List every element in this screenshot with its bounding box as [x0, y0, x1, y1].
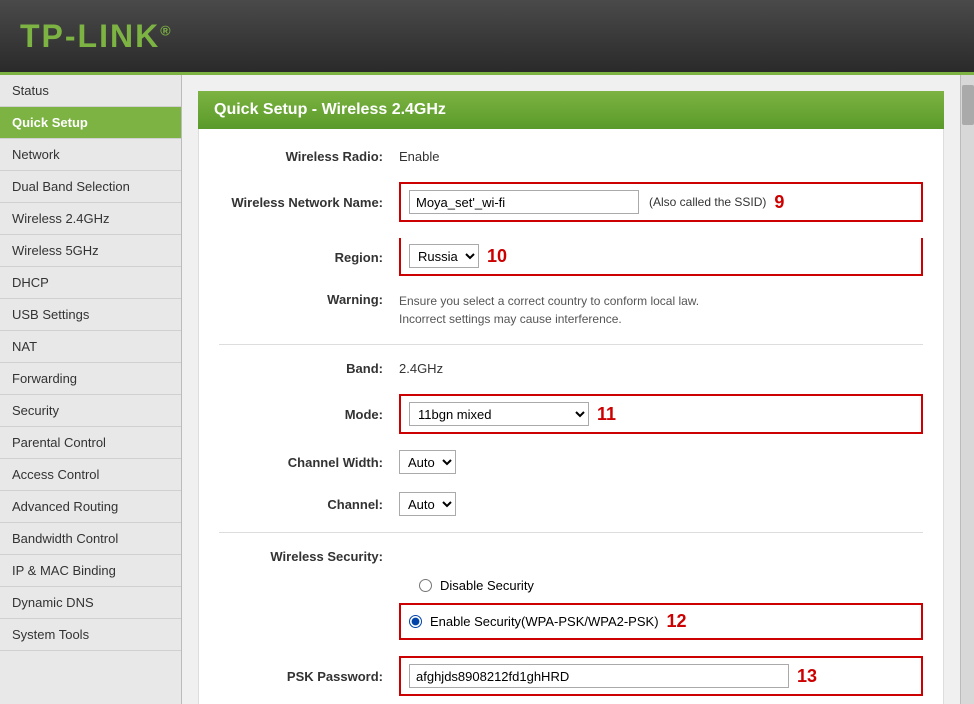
sidebar-item-forwarding[interactable]: Forwarding — [0, 363, 181, 395]
annotation-9: 9 — [774, 192, 784, 213]
divider-2 — [219, 532, 923, 533]
psk-password-input[interactable] — [409, 664, 789, 688]
warning-text: Ensure you select a correct country to c… — [399, 292, 699, 328]
warning-label: Warning: — [219, 292, 399, 307]
page-header: Quick Setup - Wireless 2.4GHz — [198, 91, 944, 129]
annotation-11: 11 — [597, 404, 616, 425]
wireless-security-row: Wireless Security: — [219, 545, 923, 568]
sidebar-item-nat[interactable]: NAT — [0, 331, 181, 363]
divider-1 — [219, 344, 923, 345]
sidebar-item-dhcp[interactable]: DHCP — [0, 267, 181, 299]
mode-label: Mode: — [345, 407, 383, 422]
channel-select[interactable]: Auto — [399, 492, 456, 516]
wireless-network-name-box: (Also called the SSID) 9 — [399, 182, 923, 222]
region-select[interactable]: Russia — [409, 244, 479, 268]
scrollbar-track[interactable] — [960, 75, 974, 704]
ssid-note: (Also called the SSID) — [649, 195, 766, 209]
band-label: Band: — [219, 361, 399, 376]
wireless-radio-label: Wireless Radio: — [219, 149, 399, 164]
enable-security-box: Enable Security(WPA-PSK/WPA2-PSK) 12 — [399, 603, 923, 640]
scrollbar-thumb[interactable] — [962, 85, 974, 125]
enable-security-label[interactable]: Enable Security(WPA-PSK/WPA2-PSK) — [409, 614, 659, 629]
sidebar-item-dynamic-dns[interactable]: Dynamic DNS — [0, 587, 181, 619]
disable-security-label[interactable]: Disable Security — [419, 578, 923, 593]
channel-width-row: Channel Width: Auto — [219, 446, 923, 478]
channel-row: Channel: Auto — [219, 488, 923, 520]
wireless-security-label: Wireless Security: — [219, 549, 399, 564]
logo-registered: ® — [160, 22, 172, 38]
annotation-12: 12 — [667, 611, 687, 632]
sidebar-item-security[interactable]: Security — [0, 395, 181, 427]
main-layout: Status Quick Setup Network Dual Band Sel… — [0, 75, 974, 704]
sidebar-item-usb-settings[interactable]: USB Settings — [0, 299, 181, 331]
enable-security-radio[interactable] — [409, 615, 422, 628]
logo-text: TP-LINK — [20, 18, 160, 54]
sidebar-item-parental-control[interactable]: Parental Control — [0, 427, 181, 459]
wireless-radio-value: Enable — [399, 149, 439, 164]
wireless-network-name-input[interactable] — [409, 190, 639, 214]
sidebar-item-ip-mac-binding[interactable]: IP & MAC Binding — [0, 555, 181, 587]
sidebar-item-network[interactable]: Network — [0, 139, 181, 171]
sidebar-item-wireless-5[interactable]: Wireless 5GHz — [0, 235, 181, 267]
wireless-radio-row: Wireless Radio: Enable — [219, 145, 923, 168]
sidebar-item-status[interactable]: Status — [0, 75, 181, 107]
region-box: Russia 10 — [399, 238, 923, 276]
sidebar-item-wireless-24[interactable]: Wireless 2.4GHz — [0, 203, 181, 235]
warning-row: Warning: Ensure you select a correct cou… — [219, 288, 923, 332]
annotation-13: 13 — [797, 666, 817, 687]
psk-password-box: 13 — [399, 656, 923, 696]
channel-label: Channel: — [219, 497, 399, 512]
psk-password-label: PSK Password: — [287, 669, 383, 684]
sidebar-item-bandwidth-control[interactable]: Bandwidth Control — [0, 523, 181, 555]
sidebar-item-advanced-routing[interactable]: Advanced Routing — [0, 491, 181, 523]
band-value: 2.4GHz — [399, 361, 443, 376]
wireless-network-name-label: Wireless Network Name: — [231, 195, 383, 210]
sidebar-item-quick-setup[interactable]: Quick Setup — [0, 107, 181, 139]
form-content: Wireless Radio: Enable Wireless Network … — [198, 129, 944, 704]
sidebar-item-access-control[interactable]: Access Control — [0, 459, 181, 491]
logo: TP-LINK® — [20, 18, 173, 55]
channel-width-select[interactable]: Auto — [399, 450, 456, 474]
channel-width-label: Channel Width: — [219, 455, 399, 470]
sidebar: Status Quick Setup Network Dual Band Sel… — [0, 75, 182, 704]
page-title: Quick Setup - Wireless 2.4GHz — [214, 101, 446, 118]
mode-box: 11bgn mixed 11 — [399, 394, 923, 434]
region-label: Region: — [335, 250, 383, 265]
sidebar-item-system-tools[interactable]: System Tools — [0, 619, 181, 651]
sidebar-item-dual-band[interactable]: Dual Band Selection — [0, 171, 181, 203]
annotation-10: 10 — [487, 246, 507, 267]
content-area: Quick Setup - Wireless 2.4GHz Wireless R… — [182, 75, 960, 704]
header: TP-LINK® — [0, 0, 974, 75]
mode-select[interactable]: 11bgn mixed — [409, 402, 589, 426]
disable-security-radio[interactable] — [419, 579, 432, 592]
band-row: Band: 2.4GHz — [219, 357, 923, 380]
disable-security-row: Disable Security — [419, 578, 923, 593]
